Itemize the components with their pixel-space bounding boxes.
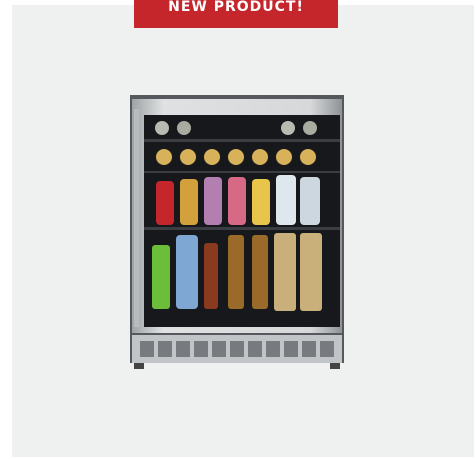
- new-product-badge: NEW PRODUCT!: [134, 0, 338, 28]
- product-image[interactable]: [128, 95, 346, 373]
- door-handle[interactable]: [134, 109, 139, 327]
- badge-label: NEW PRODUCT!: [168, 0, 304, 15]
- refrigerator-illustration: [130, 95, 344, 369]
